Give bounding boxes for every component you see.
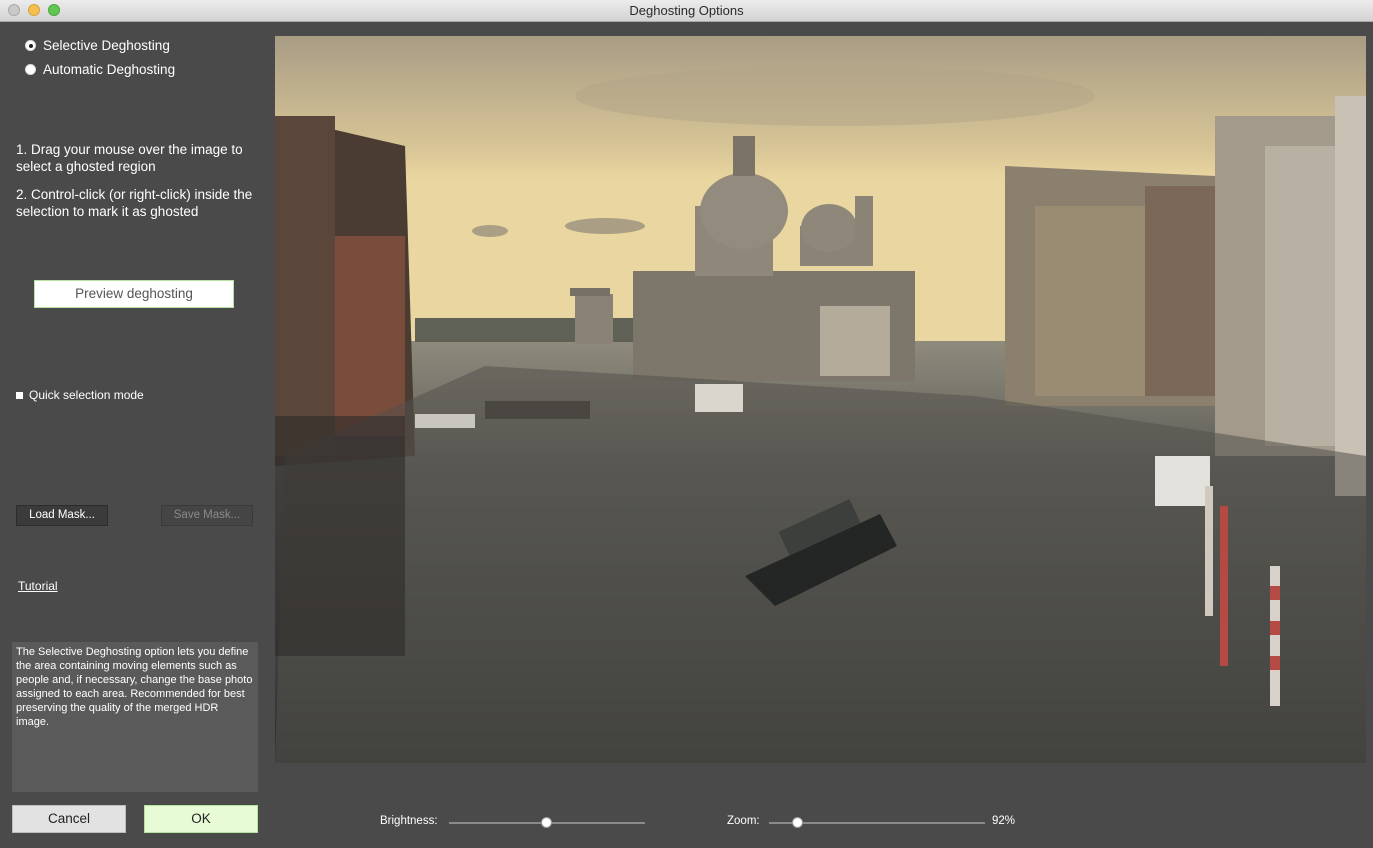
zoom-slider-knob[interactable] (792, 817, 803, 828)
zoom-label: Zoom: (727, 815, 760, 827)
radio-selective-deghosting[interactable]: Selective Deghosting (25, 38, 170, 53)
options-sidebar: Selective Deghosting Automatic Deghostin… (0, 22, 272, 848)
title-bar: Deghosting Options (0, 0, 1373, 22)
load-mask-button[interactable]: Load Mask... (16, 505, 108, 526)
radio-button-checked-icon[interactable] (25, 40, 36, 51)
venice-canal-photo (275, 36, 1366, 763)
description-panel: The Selective Deghosting option lets you… (12, 642, 258, 792)
instruction-step-1: 1. Drag your mouse over the image to sel… (16, 142, 243, 174)
window-title: Deghosting Options (629, 3, 744, 18)
save-mask-button[interactable]: Save Mask... (161, 505, 253, 526)
zoom-value: 92% (992, 815, 1016, 827)
brightness-slider-knob[interactable] (541, 817, 552, 828)
cancel-button[interactable]: Cancel (12, 805, 126, 833)
quick-selection-label: Quick selection mode (29, 388, 144, 402)
radio-automatic-deghosting[interactable]: Automatic Deghosting (25, 62, 175, 77)
radio-label-selective: Selective Deghosting (43, 38, 170, 53)
quick-selection-checkbox-row[interactable]: Quick selection mode (16, 388, 144, 402)
instruction-step-2: 2. Control-click (or right-click) inside… (16, 187, 253, 219)
radio-label-automatic: Automatic Deghosting (43, 62, 176, 77)
ok-button[interactable]: OK (144, 805, 258, 833)
preview-image[interactable] (275, 36, 1366, 763)
radio-button-unchecked-icon[interactable] (25, 64, 36, 75)
checkbox-icon[interactable] (16, 391, 23, 399)
preview-deghosting-button[interactable]: Preview deghosting (34, 280, 234, 308)
brightness-label: Brightness: (380, 815, 438, 827)
tutorial-link[interactable]: Tutorial (18, 579, 58, 593)
